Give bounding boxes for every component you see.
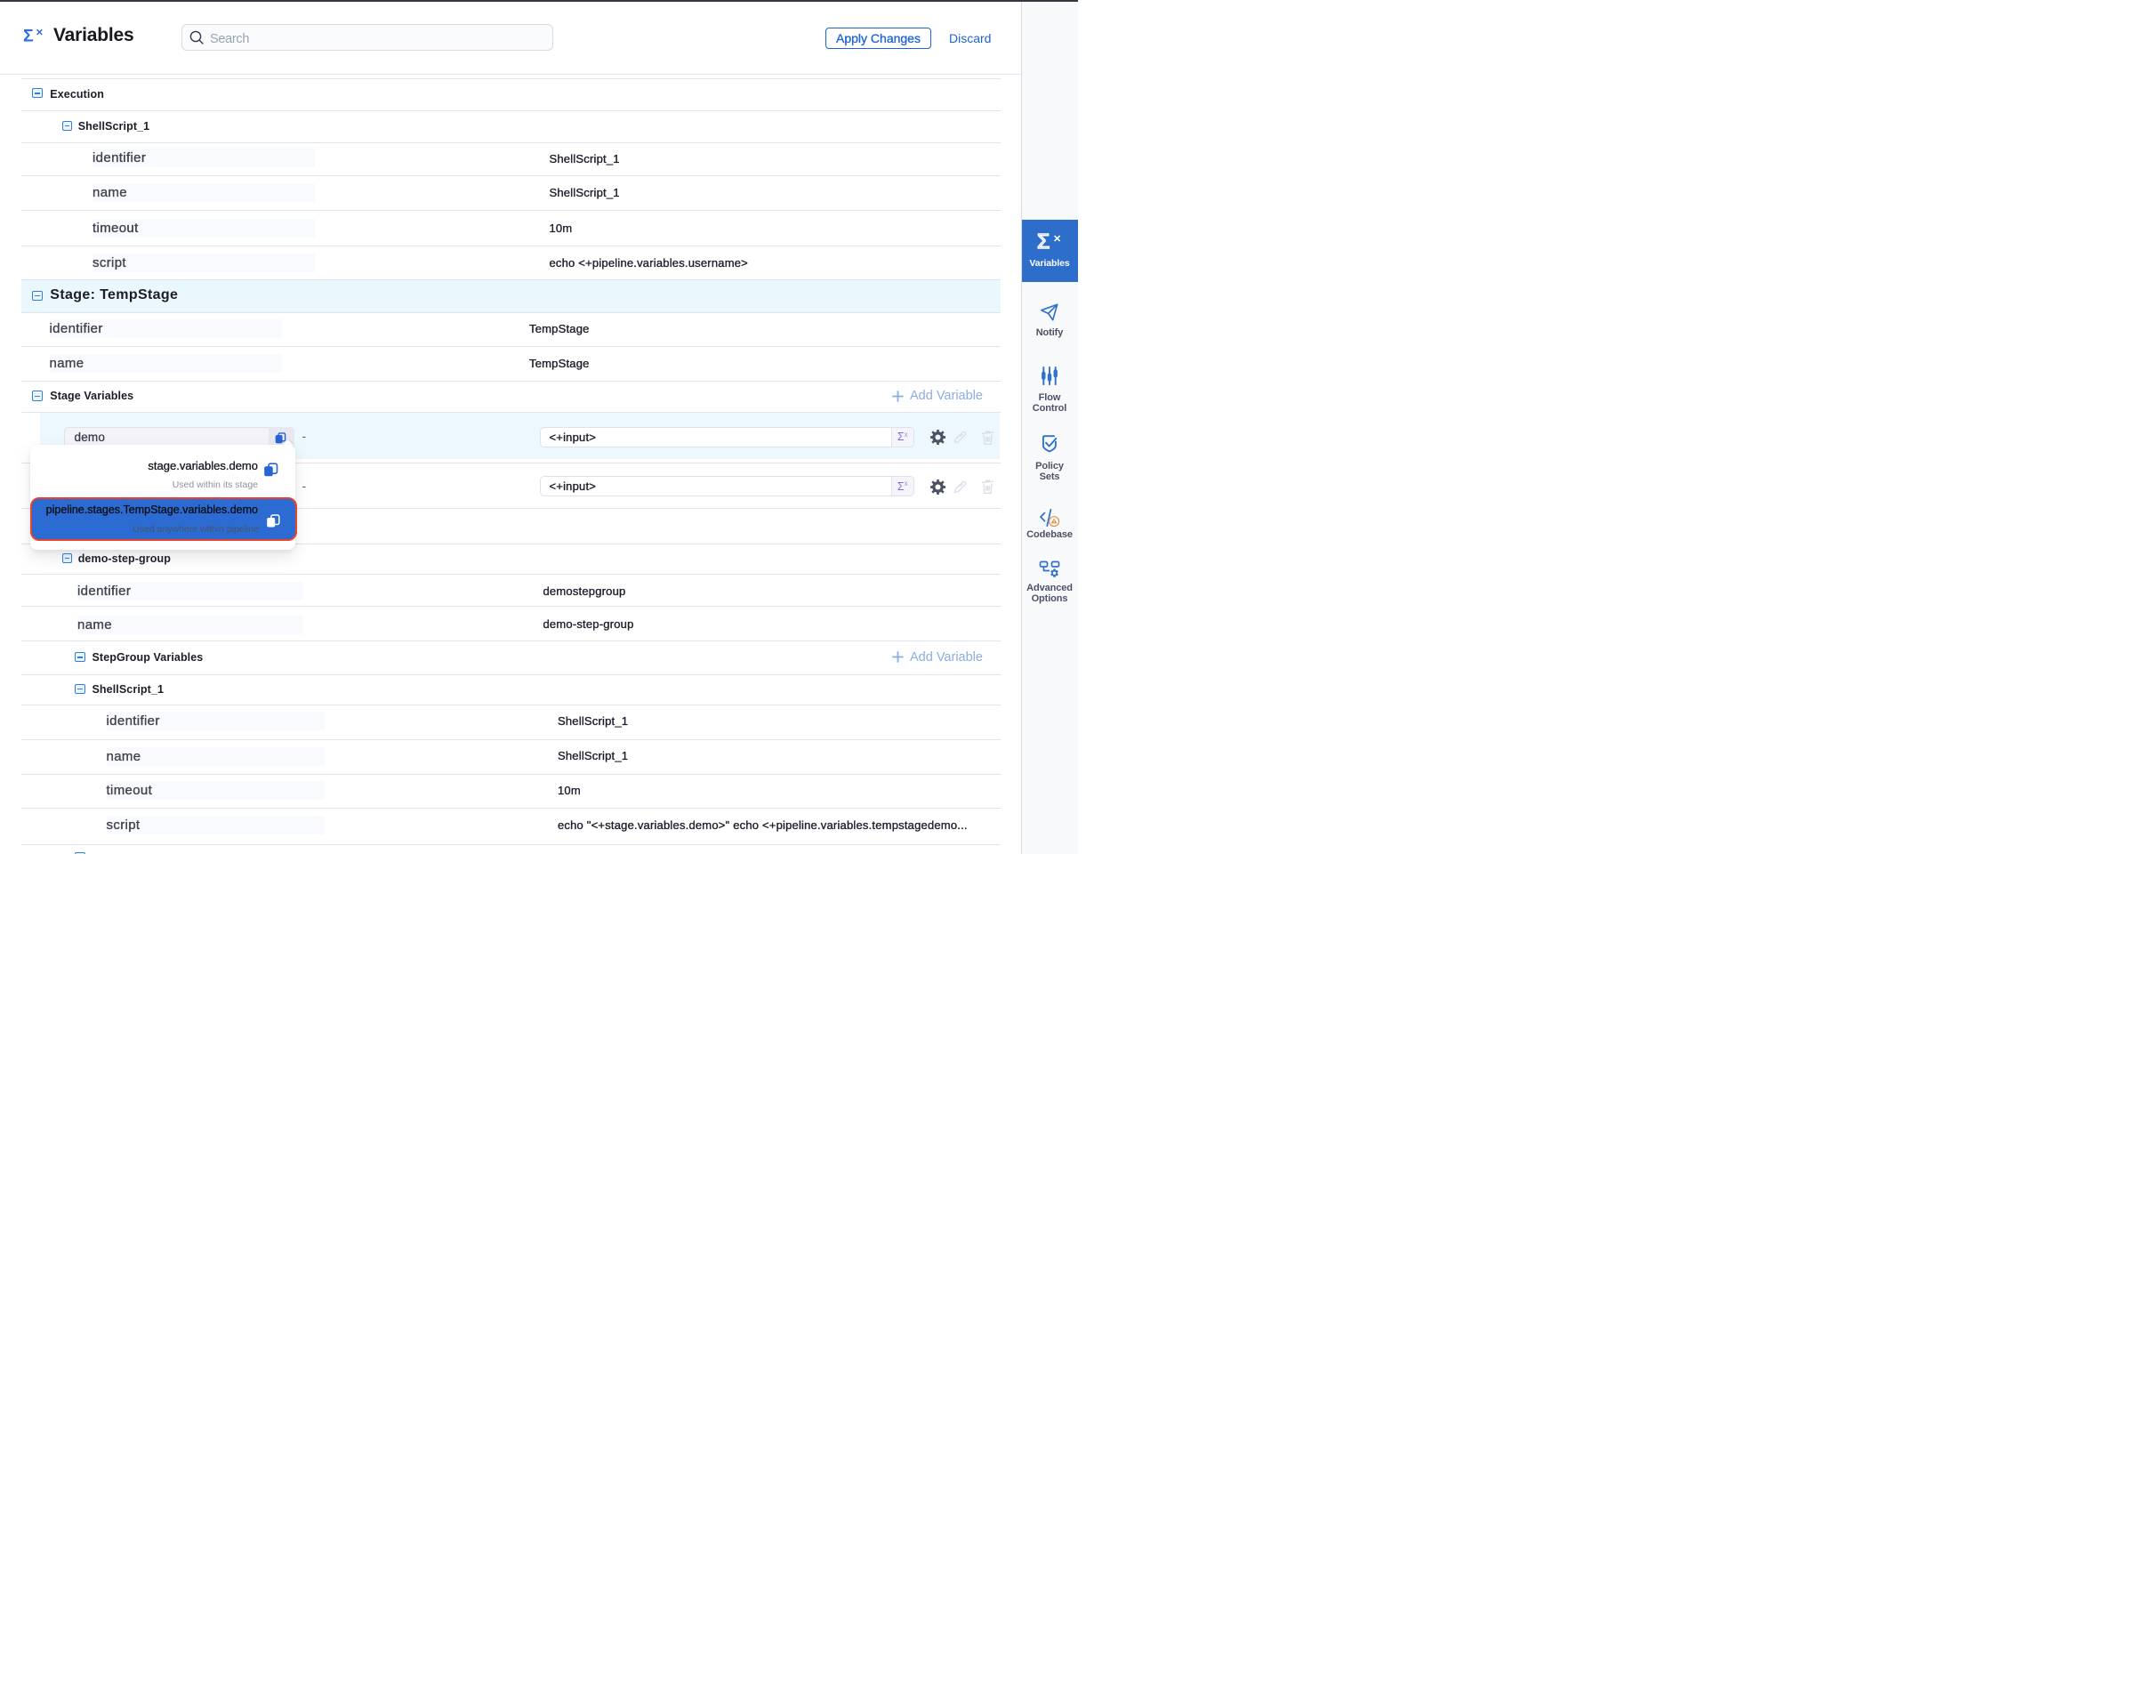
svg-text:Σ: Σ: [23, 27, 34, 44]
svg-text:Σ: Σ: [1037, 230, 1050, 253]
svg-text:✕: ✕: [1053, 234, 1061, 245]
svg-text:✕: ✕: [36, 28, 44, 38]
